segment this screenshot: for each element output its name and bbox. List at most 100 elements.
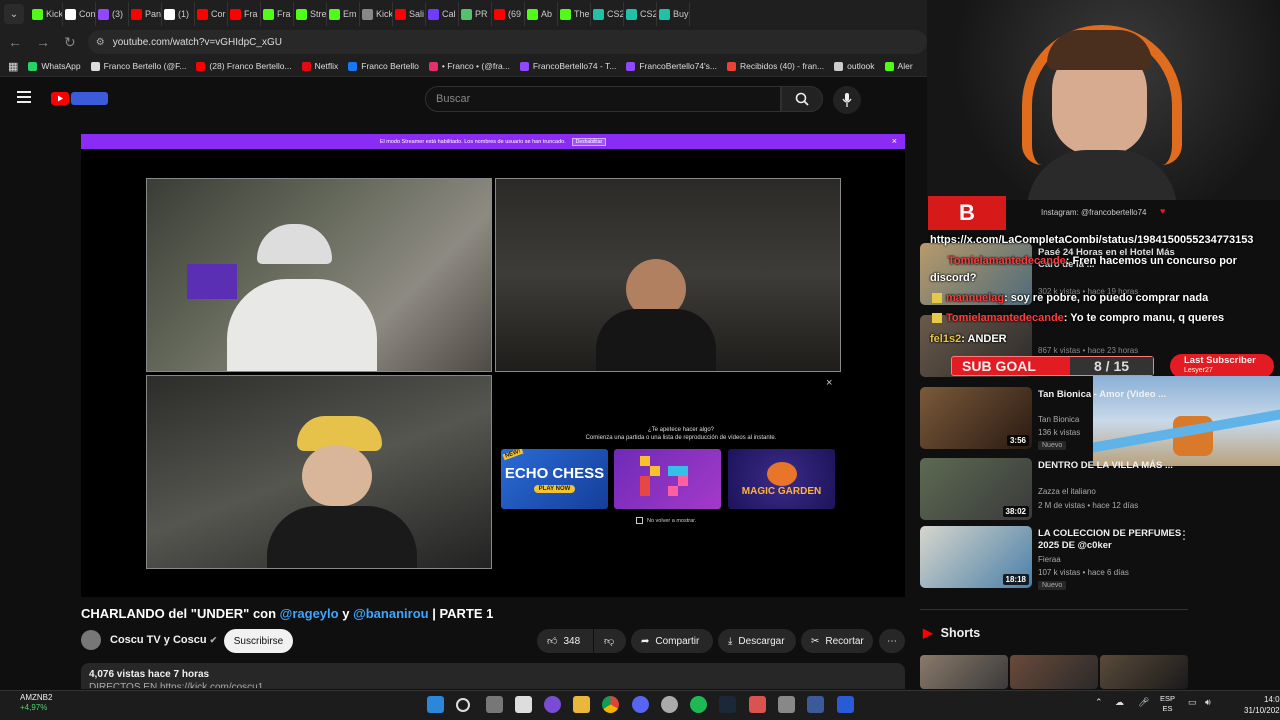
bookmark[interactable]: FrancoBertello74 - T... — [519, 61, 616, 71]
channel-avatar[interactable] — [81, 630, 101, 650]
tray-chevron-icon[interactable]: ⌃ — [1095, 697, 1103, 708]
browser-tab[interactable]: (1) — [162, 2, 195, 26]
download-button[interactable]: ⤓ Descargar — [718, 629, 796, 653]
bookmark[interactable]: Franco Bertello (@F... — [90, 61, 186, 71]
play-now-button[interactable]: PLAY NOW — [533, 485, 576, 493]
video-player[interactable]: El modo Streamer está habilitado. Los no… — [81, 134, 905, 597]
game-magic-garden[interactable]: MAGIC GARDEN — [728, 449, 835, 509]
short-thumbnail[interactable] — [1100, 655, 1188, 689]
browser-tab[interactable]: (3) — [96, 2, 129, 26]
like-button[interactable]: 👍︎ 348 — [537, 629, 593, 653]
browser-tab[interactable]: Sali — [393, 2, 426, 26]
close-icon[interactable]: × — [892, 136, 897, 146]
subscribe-button[interactable]: Suscribirse — [224, 629, 293, 653]
rec-channel[interactable]: Tan Bionica — [1038, 415, 1079, 424]
mention-link[interactable]: @bananirou — [353, 606, 429, 621]
folder-icon[interactable] — [573, 696, 590, 713]
windows-start-icon[interactable] — [427, 696, 444, 713]
browser-tab[interactable]: (69 — [492, 2, 525, 26]
channel-name[interactable]: Coscu TV y Coscu ✔ — [110, 634, 217, 646]
browser-tab[interactable]: Kick — [360, 2, 393, 26]
search-input[interactable]: Buscar — [425, 86, 781, 112]
language-indicator[interactable]: ESP ES — [1160, 694, 1175, 714]
reload-icon[interactable]: ↻ — [64, 34, 76, 51]
forward-icon[interactable]: → — [36, 34, 50, 50]
checkbox[interactable] — [636, 517, 643, 524]
browser-tab[interactable]: Kick — [30, 2, 63, 26]
menu-icon[interactable] — [17, 91, 31, 103]
bookmark[interactable]: • Franco • (@fra... — [428, 61, 510, 71]
browser-tab[interactable]: CS2 — [591, 2, 624, 26]
bookmark[interactable]: Franco Bertello — [348, 61, 419, 71]
rec-title[interactable]: DENTRO DE LA VILLA MÁS ... — [1038, 460, 1183, 472]
rec-title[interactable]: LA COLECCION DE PERFUMES 2025 DE @c0ker — [1038, 528, 1183, 552]
dislike-button[interactable]: 👎︎ — [594, 629, 626, 653]
app-icon[interactable] — [778, 696, 795, 713]
apps-icon[interactable]: ▦ — [8, 60, 18, 73]
chrome-icon[interactable] — [602, 696, 619, 713]
bookmark[interactable]: WhatsApp — [28, 61, 81, 71]
browser-tab[interactable]: Ab — [525, 2, 558, 26]
game-echo-chess[interactable]: ECHO CHESS PLAY NOW NEW! — [501, 449, 608, 509]
description-box[interactable]: 4,076 vistas hace 7 horas DIRECTOS EN ht… — [81, 663, 905, 689]
recommendation-item[interactable]: 18:18 LA COLECCION DE PERFUMES 2025 DE @… — [920, 526, 1190, 590]
short-thumbnail[interactable] — [920, 655, 1008, 689]
search-icon[interactable] — [456, 698, 470, 712]
bookmark[interactable]: Aler — [884, 61, 913, 71]
recommendation-thumbnail[interactable]: 3:56 — [920, 387, 1032, 449]
bookmark[interactable]: Netflix — [301, 61, 338, 71]
dont-show-again[interactable]: No volver a mostrar. — [636, 517, 696, 524]
more-actions-button[interactable]: ⋯ — [879, 629, 905, 653]
search-icon[interactable] — [781, 86, 823, 112]
browser-tab[interactable]: CS2 — [624, 2, 657, 26]
bookmark[interactable]: (28) Franco Bertello... — [196, 61, 292, 71]
short-thumbnail[interactable] — [1010, 655, 1098, 689]
recommendation-thumbnail[interactable]: 18:18 — [920, 526, 1032, 588]
back-icon[interactable]: ← — [8, 34, 22, 50]
recommendation-thumbnail[interactable]: 38:02 — [920, 458, 1032, 520]
browser-tab[interactable]: The — [558, 2, 591, 26]
browser-tab[interactable]: Cal — [426, 2, 459, 26]
url-box[interactable]: ⚙ youtube.com/watch?v=vGHIdpC_xGU — [87, 30, 927, 54]
popup-close-icon[interactable]: × — [826, 377, 832, 389]
rec-title[interactable]: Tan Bionica - Amor (Video ... — [1038, 389, 1183, 401]
bookmark[interactable]: FrancoBertello74's... — [626, 61, 717, 71]
browser-tab[interactable]: Fra — [228, 2, 261, 26]
app-icon[interactable] — [807, 696, 824, 713]
browser-tab[interactable]: Fra — [261, 2, 294, 26]
more-icon[interactable]: ⋮ — [1178, 528, 1190, 542]
browser-tab[interactable]: Em — [327, 2, 360, 26]
obs-icon[interactable] — [661, 696, 678, 713]
clock[interactable]: 14:03 31/10/2025 — [1244, 694, 1280, 716]
cloud-icon[interactable]: ☁ — [1115, 697, 1124, 708]
bookmark[interactable]: outlook — [834, 61, 875, 71]
clip-button[interactable]: ✂ Recortar — [801, 629, 873, 653]
browser-tab[interactable]: PR — [459, 2, 492, 26]
microphone-icon[interactable] — [833, 86, 861, 114]
recommendation-item[interactable]: 3:56 Tan Bionica - Amor (Video ... Tan B… — [920, 387, 1190, 450]
spotify-icon[interactable] — [690, 696, 707, 713]
disable-button[interactable]: Deshabilitar — [571, 137, 607, 146]
game-blocks[interactable] — [614, 449, 721, 509]
doodle-logo[interactable] — [71, 92, 108, 105]
mention-link[interactable]: @rageylo — [280, 606, 339, 621]
share-button[interactable]: ➦ Compartir — [631, 629, 713, 653]
youtube-logo[interactable] — [51, 92, 69, 105]
tab-search-icon[interactable]: ⌄ — [4, 4, 24, 24]
app-icon[interactable] — [837, 696, 854, 713]
task-view-icon[interactable] — [486, 696, 503, 713]
store-icon[interactable] — [515, 696, 532, 713]
microphone-icon[interactable]: 🎤︎ — [1138, 697, 1149, 708]
network-icon[interactable]: ▭ — [1188, 697, 1197, 708]
stock-widget[interactable]: AMZNB2 +4,97% — [20, 693, 52, 713]
browser-tab[interactable]: Stre — [294, 2, 327, 26]
browser-tab[interactable]: Pan — [129, 2, 162, 26]
volume-icon[interactable]: 🔊︎ — [1205, 697, 1211, 708]
site-info-icon[interactable]: ⚙ — [96, 37, 105, 48]
discord-icon[interactable] — [632, 696, 649, 713]
browser-tab[interactable]: Cor — [195, 2, 228, 26]
bookmark[interactable]: Recibidos (40) - fran... — [727, 61, 824, 71]
rec-channel[interactable]: Fieraa — [1038, 555, 1061, 564]
browser-tab[interactable]: Buy — [657, 2, 690, 26]
browser-tab[interactable]: Con — [63, 2, 96, 26]
